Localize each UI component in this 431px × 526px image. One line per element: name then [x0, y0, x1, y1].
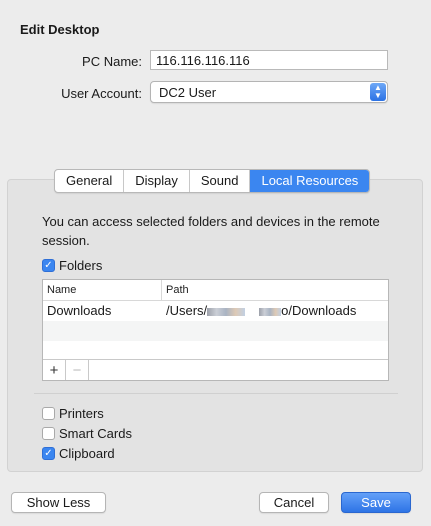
pc-name-field[interactable]: 116.116.116.116	[150, 50, 388, 70]
add-folder-button[interactable]: +	[43, 360, 66, 380]
path-prefix: /Users/	[166, 303, 208, 318]
printers-label: Printers	[59, 406, 104, 421]
printers-checkbox[interactable]	[42, 407, 55, 420]
folders-table: Name Path Downloads /Users/o/Downloads +…	[42, 279, 389, 381]
table-row-empty	[43, 321, 388, 341]
smart-cards-checkbox[interactable]	[42, 427, 55, 440]
tab-display[interactable]: Display	[124, 170, 190, 192]
redacted-username	[207, 307, 246, 316]
table-cell-path: /Users/o/Downloads	[162, 301, 356, 321]
folders-label: Folders	[59, 258, 103, 273]
smart-cards-checkbox-row[interactable]: Smart Cards	[42, 426, 132, 441]
table-cell-name: Downloads	[47, 303, 112, 318]
show-less-button[interactable]: Show Less	[11, 492, 106, 513]
section-divider	[34, 393, 398, 394]
folders-checkbox[interactable]: ✓	[42, 259, 55, 272]
clipboard-checkbox[interactable]: ✓	[42, 447, 55, 460]
table-header: Name Path	[43, 280, 388, 301]
popup-arrows-icon: ▲ ▼	[370, 83, 386, 101]
folders-checkbox-row[interactable]: ✓ Folders	[42, 258, 102, 273]
clipboard-checkbox-row[interactable]: ✓ Clipboard	[42, 446, 115, 461]
column-header-name[interactable]: Name	[43, 280, 162, 300]
table-row-empty	[43, 341, 388, 361]
user-account-popup[interactable]: DC2 User ▲ ▼	[150, 81, 388, 103]
save-button[interactable]: Save	[341, 492, 411, 513]
user-account-value: DC2 User	[159, 85, 217, 100]
smart-cards-label: Smart Cards	[59, 426, 132, 441]
pc-name-label: PC Name:	[82, 54, 142, 69]
dialog-title: Edit Desktop	[20, 22, 100, 37]
redacted-username-2	[259, 307, 282, 316]
tab-local-resources[interactable]: Local Resources	[250, 170, 370, 192]
remove-folder-button[interactable]: −	[66, 360, 89, 380]
clipboard-label: Clipboard	[59, 446, 115, 461]
local-resources-description: You can access selected folders and devi…	[42, 214, 380, 248]
tab-sound[interactable]: Sound	[190, 170, 251, 192]
table-footer: + −	[43, 359, 388, 380]
user-account-label: User Account:	[61, 86, 142, 101]
cancel-button[interactable]: Cancel	[259, 492, 329, 513]
path-suffix: o/Downloads	[281, 303, 357, 318]
tab-bar: General Display Sound Local Resources	[54, 169, 371, 193]
tab-general[interactable]: General	[55, 170, 125, 192]
printers-checkbox-row[interactable]: Printers	[42, 406, 104, 421]
column-header-path[interactable]: Path	[162, 280, 189, 300]
table-row[interactable]: Downloads /Users/o/Downloads	[43, 301, 388, 321]
